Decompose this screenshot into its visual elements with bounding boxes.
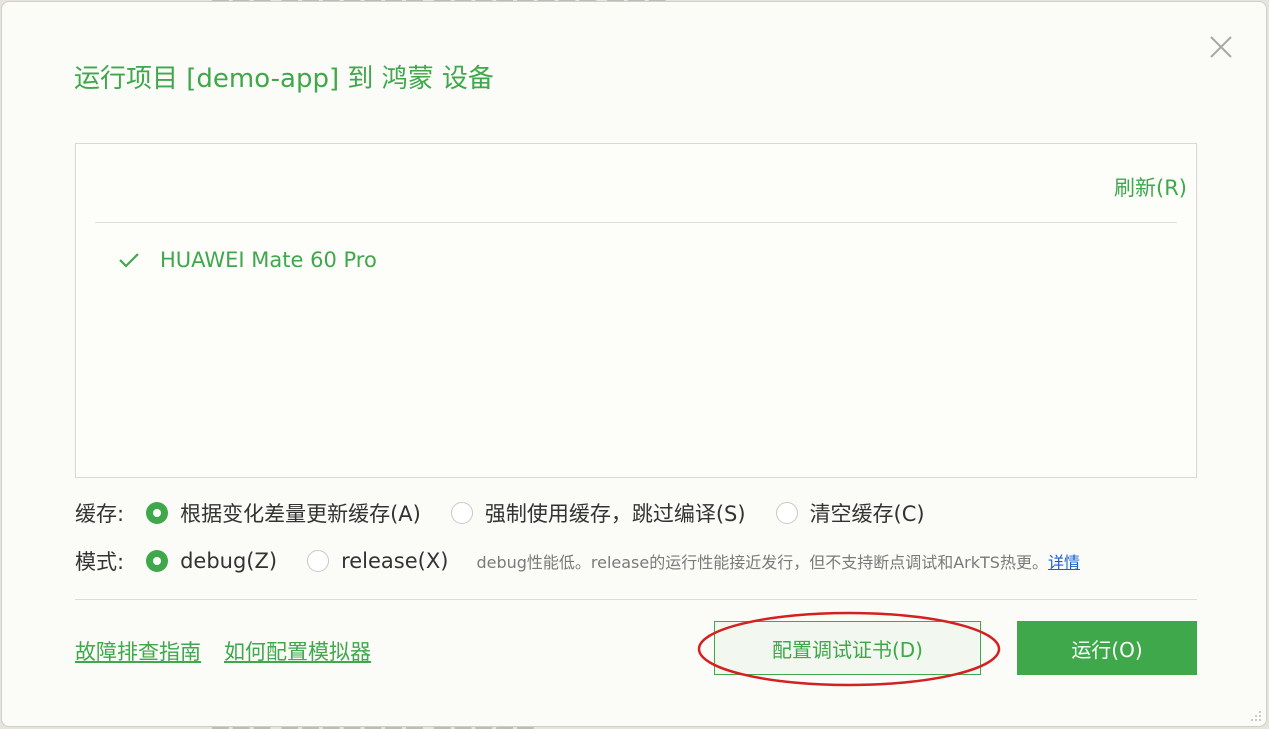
run-project-dialog: 运行项目 [demo-app] 到 鸿蒙 设备 刷新(R) HUAWEI Mat…: [1, 1, 1267, 727]
mode-option-debug[interactable]: debug(Z): [146, 549, 277, 573]
configure-emulator-link[interactable]: 如何配置模拟器: [224, 636, 371, 666]
radio-unselected-icon: [307, 550, 330, 572]
dialog-title: 运行项目 [demo-app] 到 鸿蒙 设备: [74, 64, 494, 94]
mode-option-release[interactable]: release(X): [307, 549, 448, 573]
radio-label: 清空缓存(C): [809, 502, 925, 526]
checkmark-icon: [119, 253, 139, 268]
cache-option-force-cache[interactable]: 强制使用缓存，跳过编译(S): [450, 498, 746, 528]
divider: [95, 222, 1177, 223]
radio-label: 根据变化差量更新缓存(A): [180, 502, 421, 526]
radio-label: debug(Z): [180, 549, 278, 573]
divider: [75, 599, 1197, 600]
cache-option-clear[interactable]: 清空缓存(C): [775, 498, 925, 528]
troubleshooting-guide-link[interactable]: 故障排查指南: [75, 636, 201, 666]
close-icon[interactable]: [1205, 31, 1237, 63]
radio-selected-icon: [146, 502, 169, 524]
details-link[interactable]: 详情: [1048, 553, 1080, 572]
radio-selected-icon: [146, 550, 169, 572]
cache-option-incremental[interactable]: 根据变化差量更新缓存(A): [146, 498, 421, 528]
cache-options-row: 缓存: 根据变化差量更新缓存(A) 强制使用缓存，跳过编译(S) 清空缓存(C): [75, 498, 955, 528]
mode-label: 模式:: [75, 550, 125, 574]
radio-unselected-icon: [450, 502, 473, 524]
radio-label: release(X): [341, 549, 449, 573]
cache-label: 缓存:: [75, 502, 125, 526]
device-name: HUAWEI Mate 60 Pro: [160, 248, 377, 272]
mode-note: debug性能低。release的运行性能接近发行，但不支持断点调试和ArkTS…: [476, 549, 1080, 573]
run-button[interactable]: 运行(O): [1017, 621, 1197, 675]
configure-debug-certificate-button[interactable]: 配置调试证书(D): [714, 621, 981, 675]
radio-label: 强制使用缓存，跳过编译(S): [484, 502, 746, 526]
device-list-panel: 刷新(R) HUAWEI Mate 60 Pro: [75, 143, 1197, 478]
radio-unselected-icon: [775, 502, 798, 524]
mode-options-row: 模式: debug(Z) release(X) debug性能低。release…: [75, 546, 1080, 576]
device-list-item[interactable]: HUAWEI Mate 60 Pro: [118, 244, 377, 276]
mode-note-text: debug性能低。release的运行性能接近发行，但不支持断点调试和ArkTS…: [476, 553, 1048, 572]
resize-grip-icon[interactable]: [1248, 708, 1262, 722]
refresh-button[interactable]: 刷新(R): [1114, 172, 1187, 202]
